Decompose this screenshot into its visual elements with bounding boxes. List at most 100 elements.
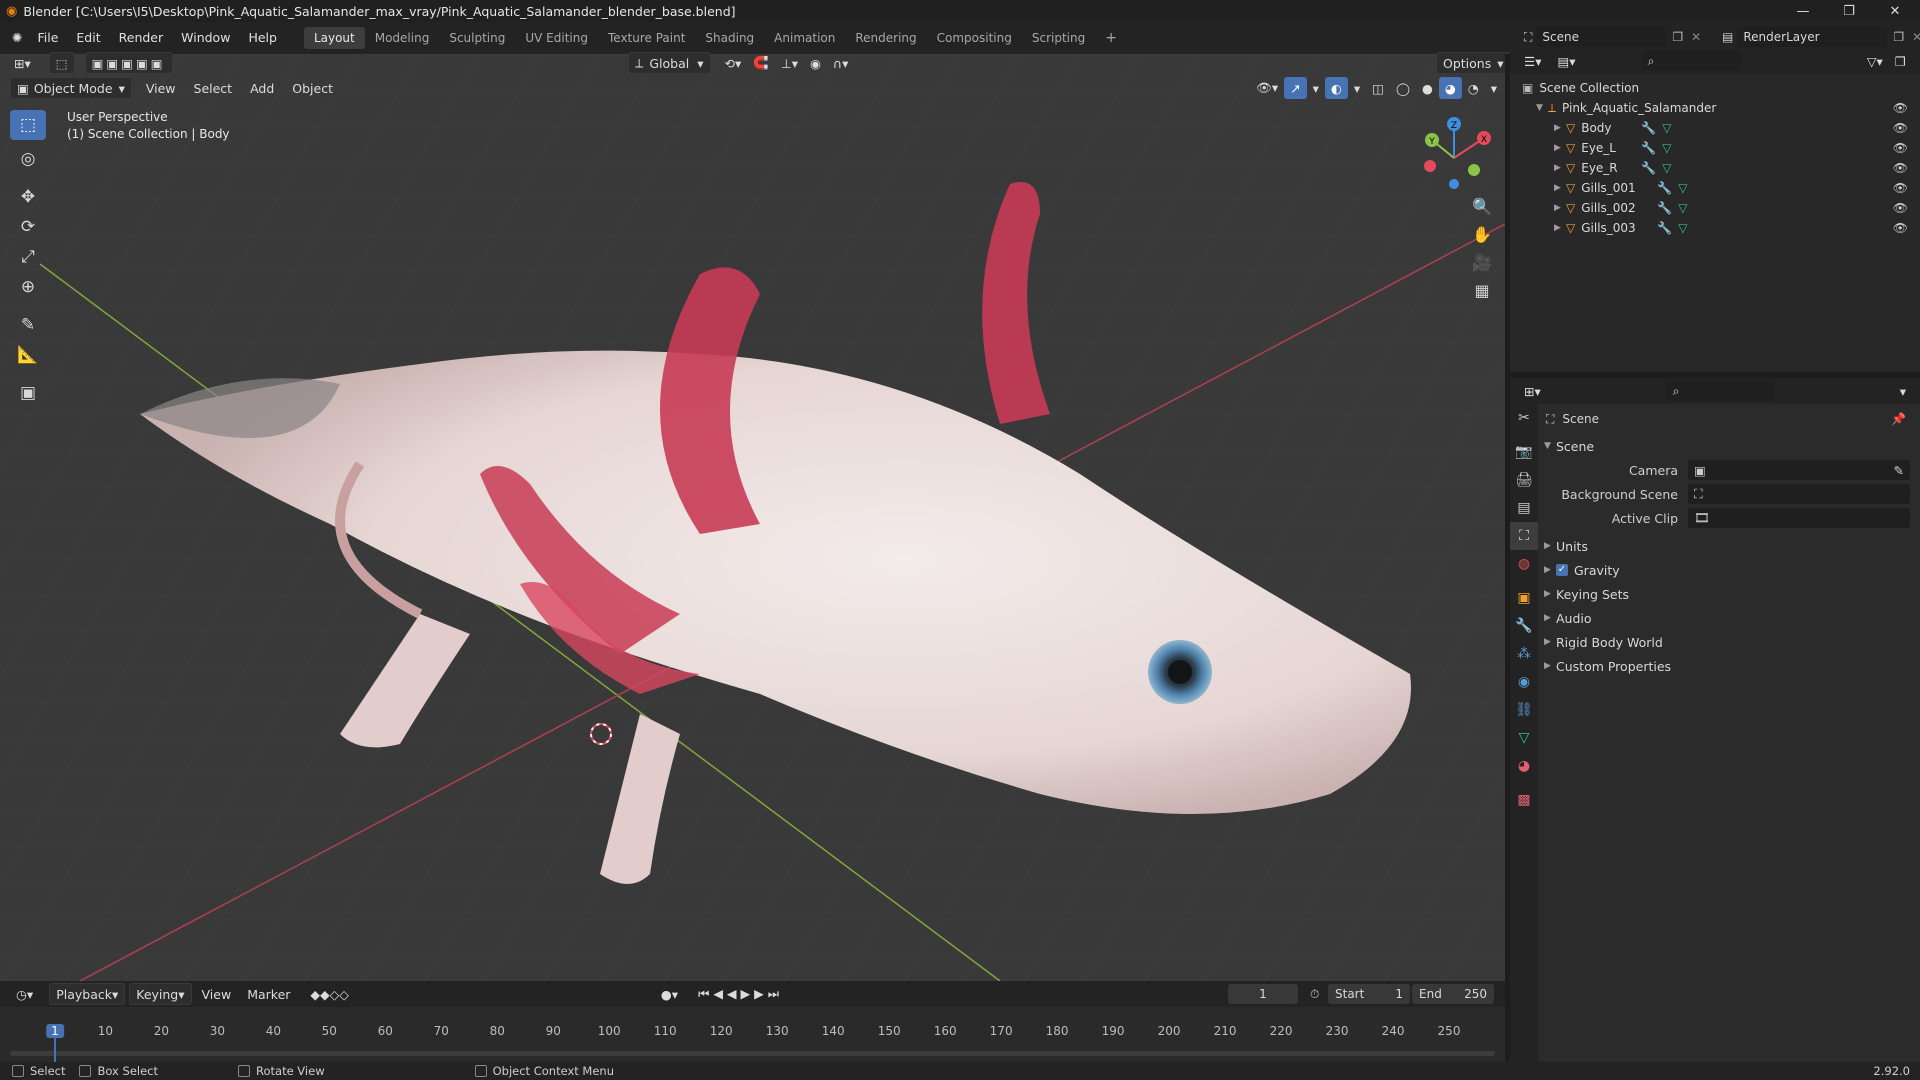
outliner-row-object[interactable]: ▶ ▽ Eye_R 🔧 ▽ 👁: [1510, 158, 1920, 178]
menu-help[interactable]: Help: [239, 27, 286, 49]
visibility-eye-icon[interactable]: 👁: [1893, 161, 1908, 175]
proportional-edit-icon[interactable]: ◉: [804, 52, 827, 74]
active-tool-icon[interactable]: ⬚: [48, 52, 75, 74]
outliner-editor-icon[interactable]: ☰▾: [1518, 50, 1547, 72]
pan-hand-icon[interactable]: ✋: [1468, 220, 1496, 248]
tab-texture-paint[interactable]: Texture Paint: [598, 27, 695, 49]
properties-editor-icon[interactable]: ⊞▾: [1518, 380, 1547, 402]
view-layer-tab-icon[interactable]: ▤: [1510, 494, 1538, 522]
move-tool-icon[interactable]: ✥: [10, 182, 46, 212]
3d-viewport[interactable]: User Perspective (1) Scene Collection | …: [0, 54, 1505, 981]
units-panel[interactable]: ▶ Units: [1510, 534, 1920, 558]
minimize-icon[interactable]: —: [1780, 0, 1826, 22]
active-clip-field[interactable]: 🎞: [1688, 508, 1910, 528]
navigation-gizmo[interactable]: Z X Y: [1420, 114, 1500, 194]
material-tab-icon[interactable]: ◕: [1510, 752, 1538, 780]
render-tab-icon[interactable]: 📷: [1510, 438, 1538, 466]
expand-icon[interactable]: ▶: [1554, 163, 1566, 173]
object-tab-icon[interactable]: ▣: [1510, 584, 1538, 612]
expand-icon[interactable]: ▶: [1554, 183, 1566, 193]
outliner-row-object[interactable]: ▶ ▽ Gills_001 🔧 ▽ 👁: [1510, 178, 1920, 198]
add-workspace-icon[interactable]: +: [1095, 27, 1127, 49]
transform-orientation-dropdown[interactable]: ⟂ Global ▾: [628, 52, 711, 74]
start-frame-field[interactable]: Start 1: [1328, 984, 1410, 1004]
menu-edit[interactable]: Edit: [67, 27, 109, 49]
scene-panel-header[interactable]: ▼ Scene: [1510, 434, 1920, 458]
ortho-grid-icon[interactable]: ▦: [1468, 276, 1496, 304]
menu-view[interactable]: View: [140, 77, 182, 99]
tool-tab-icon[interactable]: ✂: [1510, 404, 1538, 432]
menu-render[interactable]: Render: [110, 27, 173, 49]
modifier-icon[interactable]: 🔧: [1657, 221, 1672, 235]
visibility-icon[interactable]: 👁▾: [1250, 77, 1284, 99]
blender-menu-icon[interactable]: ✺: [6, 27, 28, 49]
visibility-eye-icon[interactable]: 👁: [1893, 141, 1908, 155]
mesh-data-icon[interactable]: ▽: [1662, 161, 1671, 175]
visibility-eye-icon[interactable]: 👁: [1893, 201, 1908, 215]
rigid-body-world-panel[interactable]: ▶ Rigid Body World: [1510, 630, 1920, 654]
delete-render-layer-icon[interactable]: ✕: [1912, 30, 1920, 44]
gravity-checkbox[interactable]: ✓: [1556, 564, 1568, 576]
selection-mode-icons[interactable]: ▣▣▣▣▣: [84, 52, 173, 74]
render-layer-field[interactable]: RenderLayer: [1737, 27, 1888, 47]
annotate-tool-icon[interactable]: ✎: [10, 310, 46, 340]
mode-dropdown[interactable]: ▣ Object Mode ▾: [10, 77, 132, 99]
scene-name-field[interactable]: Scene: [1536, 27, 1667, 47]
overlay-dropdown-icon[interactable]: ▾: [1348, 77, 1366, 99]
zoom-icon[interactable]: 🔍: [1468, 192, 1496, 220]
playback-dropdown[interactable]: Playback ▾: [49, 983, 126, 1005]
camera-view-icon[interactable]: 🎥: [1468, 248, 1496, 276]
filter-icon[interactable]: ▽▾: [1861, 50, 1889, 72]
options-dropdown[interactable]: Options ▾: [1436, 52, 1511, 74]
world-tab-icon[interactable]: ◍: [1510, 550, 1538, 578]
new-collection-icon[interactable]: ❐: [1889, 50, 1912, 72]
tab-modeling[interactable]: Modeling: [365, 27, 440, 49]
pivot-point-icon[interactable]: ⟲▾: [719, 52, 748, 74]
modifier-icon[interactable]: 🔧: [1657, 201, 1672, 215]
outliner-row-object[interactable]: ▶ ▽ Body 🔧 ▽ 👁: [1510, 118, 1920, 138]
new-scene-icon[interactable]: ❐: [1672, 30, 1683, 44]
modifier-icon[interactable]: 🔧: [1641, 121, 1656, 135]
mesh-data-icon[interactable]: ▽: [1662, 141, 1671, 155]
rendered-shading-icon[interactable]: ◔: [1462, 77, 1485, 99]
custom-properties-panel[interactable]: ▶ Custom Properties: [1510, 654, 1920, 678]
area-divider[interactable]: [1505, 54, 1510, 1062]
modifier-icon[interactable]: 🔧: [1641, 161, 1656, 175]
overlay-toggle-icon[interactable]: ◐: [1324, 77, 1348, 99]
render-layer-selector[interactable]: ▤ RenderLayer ❐ ✕: [1722, 27, 1920, 47]
material-shading-icon[interactable]: ◕: [1438, 77, 1462, 99]
transform-tool-icon[interactable]: ⊕: [10, 272, 46, 302]
mesh-data-icon[interactable]: ▽: [1678, 181, 1687, 195]
wireframe-shading-icon[interactable]: ◯: [1390, 77, 1416, 99]
modifier-icon[interactable]: 🔧: [1641, 141, 1656, 155]
expand-icon[interactable]: ▶: [1554, 123, 1566, 133]
mesh-data-icon[interactable]: ▽: [1678, 221, 1687, 235]
menu-window[interactable]: Window: [172, 27, 239, 49]
timeline-editor-icon[interactable]: ◷▾: [10, 983, 39, 1005]
shading-dropdown-icon[interactable]: ▾: [1485, 77, 1503, 99]
pin-icon[interactable]: 📌: [1891, 412, 1906, 426]
outliner-row-object[interactable]: ▶ ▽ Gills_003 🔧 ▽ 👁: [1510, 218, 1920, 238]
rotate-tool-icon[interactable]: ⟳: [10, 212, 46, 242]
solid-shading-icon[interactable]: ●: [1416, 77, 1439, 99]
visibility-eye-icon[interactable]: 👁: [1893, 181, 1908, 195]
menu-add[interactable]: Add: [244, 77, 280, 99]
tab-uv-editing[interactable]: UV Editing: [515, 27, 598, 49]
tab-compositing[interactable]: Compositing: [927, 27, 1022, 49]
falloff-icon[interactable]: ∩▾: [827, 52, 854, 74]
outliner-row-object[interactable]: ▶ ▽ Eye_L 🔧 ▽ 👁: [1510, 138, 1920, 158]
outliner-row-collection[interactable]: ▼ ⟂ Pink_Aquatic_Salamander 👁: [1510, 98, 1920, 118]
outliner-row-scene-collection[interactable]: ▣ Scene Collection: [1510, 78, 1920, 98]
eyedropper-icon[interactable]: ✎: [1894, 463, 1904, 478]
modifier-icon[interactable]: 🔧: [1657, 181, 1672, 195]
mesh-data-tab-icon[interactable]: ▽: [1510, 724, 1538, 752]
current-frame-field[interactable]: 1: [1228, 984, 1298, 1004]
scene-tab-icon[interactable]: ⛶: [1510, 522, 1538, 550]
background-scene-field[interactable]: ⛶: [1688, 484, 1910, 504]
maximize-icon[interactable]: ❐: [1826, 0, 1872, 22]
tab-animation[interactable]: Animation: [764, 27, 845, 49]
visibility-eye-icon[interactable]: 👁: [1893, 121, 1908, 135]
expand-icon[interactable]: ▶: [1554, 143, 1566, 153]
expand-icon[interactable]: ▶: [1554, 203, 1566, 213]
particles-tab-icon[interactable]: ⁂: [1510, 640, 1538, 668]
